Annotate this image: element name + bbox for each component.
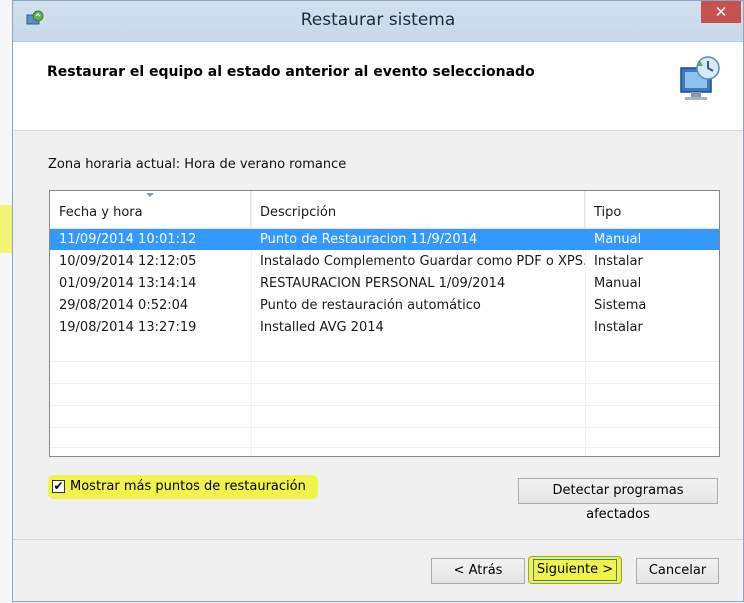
close-button[interactable]: ✕ bbox=[701, 1, 741, 23]
row-date: 19/08/2014 13:27:19 bbox=[59, 320, 197, 335]
list-header: Fecha y hora Descripción Tipo bbox=[50, 191, 719, 229]
timezone-label: Zona horaria actual: Hora de verano roma… bbox=[48, 157, 347, 172]
next-button-label: Siguiente > bbox=[533, 559, 617, 581]
row-date: 29/08/2014 0:52:04 bbox=[59, 298, 189, 313]
table-row[interactable]: 01/09/2014 13:14:14 RESTAURACION PERSONA… bbox=[50, 273, 719, 294]
row-date: 10/09/2014 12:12:05 bbox=[59, 254, 197, 269]
row-date: 11/09/2014 10:01:12 bbox=[59, 232, 197, 247]
next-button[interactable]: Siguiente > bbox=[528, 556, 622, 584]
row-divider bbox=[50, 405, 719, 406]
show-more-checkbox[interactable]: ✔ Mostrar más puntos de restauración bbox=[48, 475, 318, 499]
row-type: Manual bbox=[594, 276, 642, 291]
footer-divider bbox=[13, 539, 743, 540]
table-row[interactable]: 11/09/2014 10:01:12 Punto de Restauracio… bbox=[50, 229, 719, 250]
row-description: Punto de Restauracion 11/9/2014 bbox=[260, 232, 478, 247]
table-row[interactable]: 19/08/2014 13:27:19 Installed AVG 2014 I… bbox=[50, 317, 719, 338]
cancel-button[interactable]: Cancelar bbox=[636, 558, 719, 584]
row-description: Installed AVG 2014 bbox=[260, 320, 384, 335]
checkbox-check-icon[interactable]: ✔ bbox=[52, 480, 65, 493]
row-divider bbox=[50, 361, 719, 362]
title-bar[interactable]: Restaurar sistema ✕ bbox=[13, 1, 743, 42]
table-row[interactable]: 10/09/2014 12:12:05 Instalado Complement… bbox=[50, 251, 719, 272]
row-description: Instalado Complemento Guardar como PDF o… bbox=[260, 254, 585, 269]
row-description: RESTAURACION PERSONAL 1/09/2014 bbox=[260, 276, 506, 291]
header-panel: Restaurar el equipo al estado anterior a… bbox=[13, 42, 743, 131]
row-type: Manual bbox=[594, 232, 642, 247]
back-button[interactable]: < Atrás bbox=[431, 558, 525, 584]
page-title: Restaurar el equipo al estado anterior a… bbox=[47, 64, 535, 80]
row-date: 01/09/2014 13:14:14 bbox=[59, 276, 197, 291]
row-type: Sistema bbox=[594, 298, 647, 313]
table-row[interactable]: 29/08/2014 0:52:04 Punto de restauración… bbox=[50, 295, 719, 316]
column-header-description[interactable]: Descripción bbox=[251, 191, 585, 228]
restore-dialog: Restaurar sistema ✕ Restaurar el equipo … bbox=[12, 0, 744, 602]
show-more-label[interactable]: Mostrar más puntos de restauración bbox=[70, 479, 306, 494]
row-description: Punto de restauración automático bbox=[260, 298, 481, 313]
column-header-type[interactable]: Tipo bbox=[585, 191, 719, 228]
row-divider bbox=[50, 447, 719, 448]
row-divider bbox=[50, 427, 719, 428]
sort-arrow-icon bbox=[146, 193, 154, 197]
restore-points-list[interactable]: Fecha y hora Descripción Tipo 11/09/2014… bbox=[49, 190, 720, 457]
row-type: Instalar bbox=[594, 254, 643, 269]
detect-affected-programs-button[interactable]: Detectar programas afectados bbox=[518, 478, 718, 522]
row-divider bbox=[50, 383, 719, 384]
system-restore-icon bbox=[680, 56, 720, 100]
window-title: Restaurar sistema bbox=[300, 10, 456, 30]
row-type: Instalar bbox=[594, 320, 643, 335]
